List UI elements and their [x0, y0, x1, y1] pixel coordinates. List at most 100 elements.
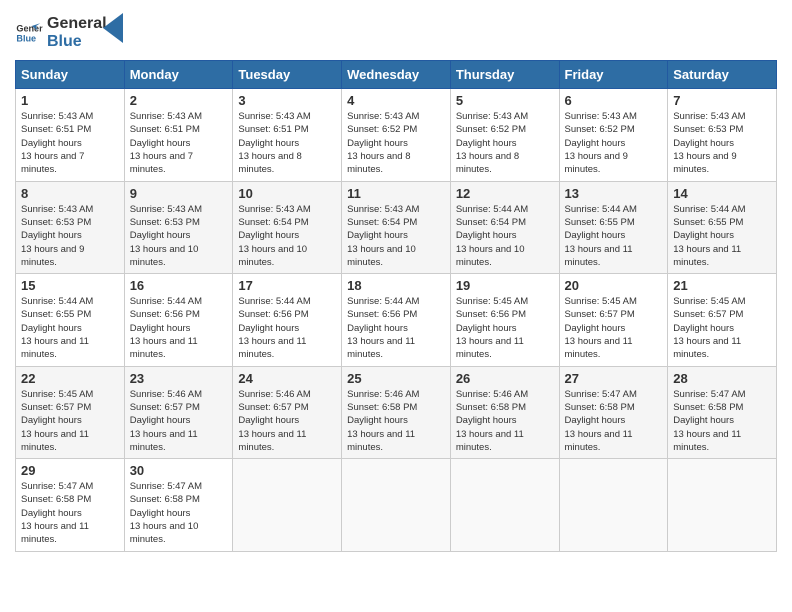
calendar-cell: 7 Sunrise: 5:43 AM Sunset: 6:53 PM Dayli…: [668, 89, 777, 181]
logo-arrow-icon: [103, 13, 123, 43]
calendar-cell: 24 Sunrise: 5:46 AM Sunset: 6:57 PM Dayl…: [233, 366, 342, 458]
calendar-cell: 4 Sunrise: 5:43 AM Sunset: 6:52 PM Dayli…: [342, 89, 451, 181]
day-info: Sunrise: 5:46 AM Sunset: 6:58 PM Dayligh…: [347, 388, 445, 454]
svg-text:Blue: Blue: [16, 33, 36, 43]
weekday-header: Saturday: [668, 61, 777, 89]
day-number: 3: [238, 93, 336, 108]
calendar-cell: 9 Sunrise: 5:43 AM Sunset: 6:53 PM Dayli…: [124, 181, 233, 273]
day-number: 20: [565, 278, 663, 293]
calendar-cell: 29 Sunrise: 5:47 AM Sunset: 6:58 PM Dayl…: [16, 459, 125, 551]
svg-text:General: General: [16, 23, 43, 33]
day-number: 28: [673, 371, 771, 386]
day-number: 14: [673, 186, 771, 201]
calendar-cell: 25 Sunrise: 5:46 AM Sunset: 6:58 PM Dayl…: [342, 366, 451, 458]
logo-blue-text: Blue: [47, 33, 107, 51]
day-info: Sunrise: 5:47 AM Sunset: 6:58 PM Dayligh…: [673, 388, 771, 454]
day-number: 22: [21, 371, 119, 386]
day-number: 8: [21, 186, 119, 201]
calendar-cell: 5 Sunrise: 5:43 AM Sunset: 6:52 PM Dayli…: [450, 89, 559, 181]
day-info: Sunrise: 5:45 AM Sunset: 6:57 PM Dayligh…: [673, 295, 771, 361]
logo-general-text: General: [47, 15, 107, 33]
day-number: 21: [673, 278, 771, 293]
calendar-cell: 23 Sunrise: 5:46 AM Sunset: 6:57 PM Dayl…: [124, 366, 233, 458]
day-number: 5: [456, 93, 554, 108]
day-info: Sunrise: 5:44 AM Sunset: 6:55 PM Dayligh…: [565, 203, 663, 269]
calendar-cell: 12 Sunrise: 5:44 AM Sunset: 6:54 PM Dayl…: [450, 181, 559, 273]
calendar-cell: 20 Sunrise: 5:45 AM Sunset: 6:57 PM Dayl…: [559, 274, 668, 366]
calendar-cell: 15 Sunrise: 5:44 AM Sunset: 6:55 PM Dayl…: [16, 274, 125, 366]
weekday-header: Tuesday: [233, 61, 342, 89]
weekday-header: Friday: [559, 61, 668, 89]
day-info: Sunrise: 5:45 AM Sunset: 6:57 PM Dayligh…: [21, 388, 119, 454]
calendar-cell: [559, 459, 668, 551]
day-number: 18: [347, 278, 445, 293]
calendar-cell: 6 Sunrise: 5:43 AM Sunset: 6:52 PM Dayli…: [559, 89, 668, 181]
logo: General Blue General Blue: [15, 15, 123, 50]
day-info: Sunrise: 5:43 AM Sunset: 6:54 PM Dayligh…: [238, 203, 336, 269]
calendar-cell: 26 Sunrise: 5:46 AM Sunset: 6:58 PM Dayl…: [450, 366, 559, 458]
day-info: Sunrise: 5:44 AM Sunset: 6:56 PM Dayligh…: [238, 295, 336, 361]
day-number: 6: [565, 93, 663, 108]
day-info: Sunrise: 5:45 AM Sunset: 6:57 PM Dayligh…: [565, 295, 663, 361]
calendar-cell: 17 Sunrise: 5:44 AM Sunset: 6:56 PM Dayl…: [233, 274, 342, 366]
calendar-cell: 28 Sunrise: 5:47 AM Sunset: 6:58 PM Dayl…: [668, 366, 777, 458]
day-info: Sunrise: 5:46 AM Sunset: 6:57 PM Dayligh…: [238, 388, 336, 454]
day-info: Sunrise: 5:45 AM Sunset: 6:56 PM Dayligh…: [456, 295, 554, 361]
day-number: 11: [347, 186, 445, 201]
day-number: 24: [238, 371, 336, 386]
calendar-cell: [450, 459, 559, 551]
calendar-cell: 3 Sunrise: 5:43 AM Sunset: 6:51 PM Dayli…: [233, 89, 342, 181]
calendar-cell: 30 Sunrise: 5:47 AM Sunset: 6:58 PM Dayl…: [124, 459, 233, 551]
calendar-cell: 18 Sunrise: 5:44 AM Sunset: 6:56 PM Dayl…: [342, 274, 451, 366]
calendar-cell: [668, 459, 777, 551]
day-info: Sunrise: 5:43 AM Sunset: 6:51 PM Dayligh…: [21, 110, 119, 176]
calendar-cell: 16 Sunrise: 5:44 AM Sunset: 6:56 PM Dayl…: [124, 274, 233, 366]
day-info: Sunrise: 5:47 AM Sunset: 6:58 PM Dayligh…: [565, 388, 663, 454]
day-number: 30: [130, 463, 228, 478]
day-number: 10: [238, 186, 336, 201]
day-info: Sunrise: 5:43 AM Sunset: 6:54 PM Dayligh…: [347, 203, 445, 269]
weekday-header: Thursday: [450, 61, 559, 89]
day-number: 29: [21, 463, 119, 478]
day-number: 2: [130, 93, 228, 108]
day-number: 25: [347, 371, 445, 386]
day-info: Sunrise: 5:44 AM Sunset: 6:55 PM Dayligh…: [21, 295, 119, 361]
day-number: 23: [130, 371, 228, 386]
day-info: Sunrise: 5:43 AM Sunset: 6:53 PM Dayligh…: [21, 203, 119, 269]
day-info: Sunrise: 5:43 AM Sunset: 6:53 PM Dayligh…: [673, 110, 771, 176]
logo-icon: General Blue: [15, 19, 43, 47]
day-info: Sunrise: 5:43 AM Sunset: 6:51 PM Dayligh…: [130, 110, 228, 176]
day-info: Sunrise: 5:43 AM Sunset: 6:52 PM Dayligh…: [347, 110, 445, 176]
calendar-table: SundayMondayTuesdayWednesdayThursdayFrid…: [15, 60, 777, 551]
day-number: 17: [238, 278, 336, 293]
day-number: 27: [565, 371, 663, 386]
calendar-cell: 22 Sunrise: 5:45 AM Sunset: 6:57 PM Dayl…: [16, 366, 125, 458]
day-info: Sunrise: 5:43 AM Sunset: 6:52 PM Dayligh…: [565, 110, 663, 176]
day-number: 1: [21, 93, 119, 108]
calendar-cell: 13 Sunrise: 5:44 AM Sunset: 6:55 PM Dayl…: [559, 181, 668, 273]
day-info: Sunrise: 5:44 AM Sunset: 6:54 PM Dayligh…: [456, 203, 554, 269]
day-number: 26: [456, 371, 554, 386]
calendar-cell: 2 Sunrise: 5:43 AM Sunset: 6:51 PM Dayli…: [124, 89, 233, 181]
day-info: Sunrise: 5:43 AM Sunset: 6:51 PM Dayligh…: [238, 110, 336, 176]
day-number: 4: [347, 93, 445, 108]
calendar-cell: 1 Sunrise: 5:43 AM Sunset: 6:51 PM Dayli…: [16, 89, 125, 181]
calendar-cell: 10 Sunrise: 5:43 AM Sunset: 6:54 PM Dayl…: [233, 181, 342, 273]
weekday-header: Sunday: [16, 61, 125, 89]
calendar-cell: [233, 459, 342, 551]
day-info: Sunrise: 5:46 AM Sunset: 6:58 PM Dayligh…: [456, 388, 554, 454]
day-info: Sunrise: 5:44 AM Sunset: 6:56 PM Dayligh…: [130, 295, 228, 361]
day-info: Sunrise: 5:47 AM Sunset: 6:58 PM Dayligh…: [21, 480, 119, 546]
weekday-header: Wednesday: [342, 61, 451, 89]
day-number: 13: [565, 186, 663, 201]
header: General Blue General Blue: [15, 15, 777, 50]
calendar-cell: 19 Sunrise: 5:45 AM Sunset: 6:56 PM Dayl…: [450, 274, 559, 366]
calendar-cell: 27 Sunrise: 5:47 AM Sunset: 6:58 PM Dayl…: [559, 366, 668, 458]
calendar-cell: 11 Sunrise: 5:43 AM Sunset: 6:54 PM Dayl…: [342, 181, 451, 273]
calendar-cell: 8 Sunrise: 5:43 AM Sunset: 6:53 PM Dayli…: [16, 181, 125, 273]
day-number: 16: [130, 278, 228, 293]
calendar-cell: 14 Sunrise: 5:44 AM Sunset: 6:55 PM Dayl…: [668, 181, 777, 273]
calendar-cell: 21 Sunrise: 5:45 AM Sunset: 6:57 PM Dayl…: [668, 274, 777, 366]
weekday-header: Monday: [124, 61, 233, 89]
day-info: Sunrise: 5:46 AM Sunset: 6:57 PM Dayligh…: [130, 388, 228, 454]
